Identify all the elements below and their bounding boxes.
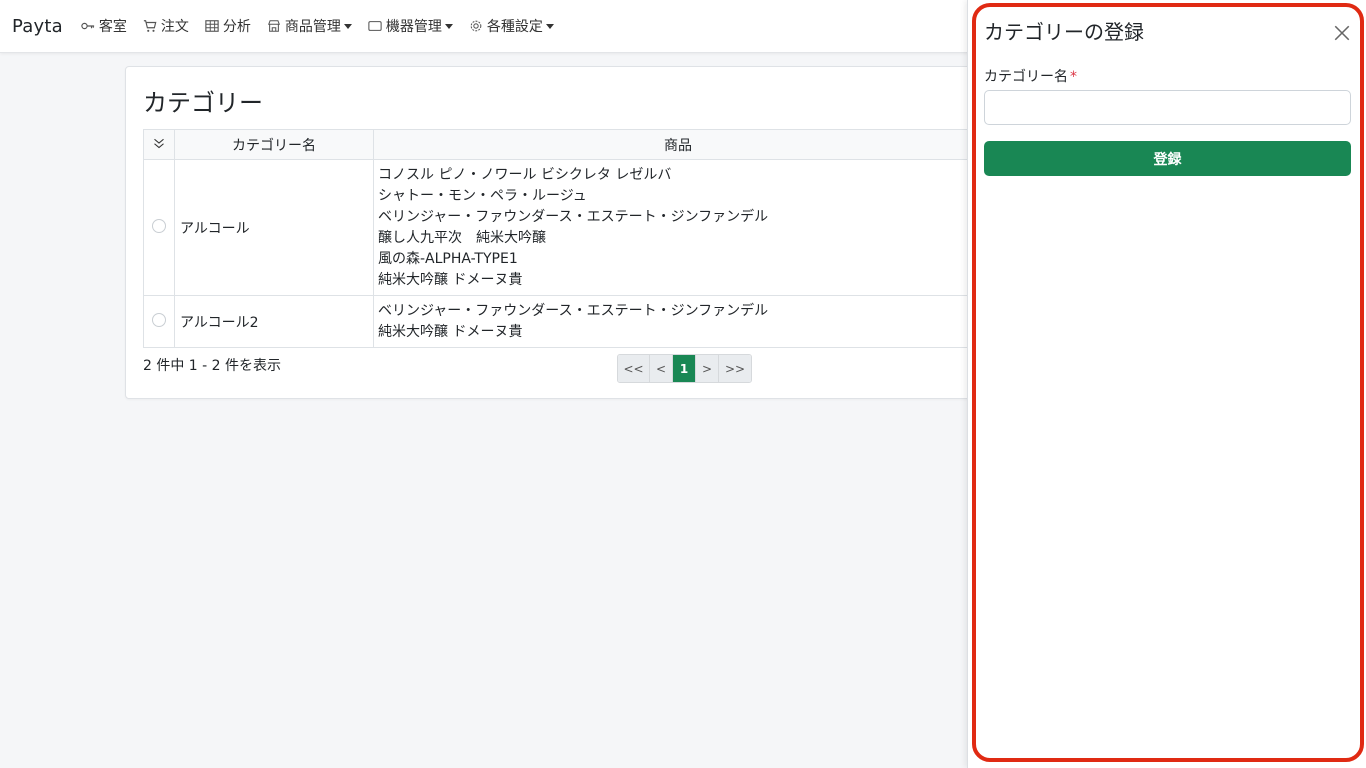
table-header-row: カテゴリー名 商品 (143, 129, 983, 160)
column-header-products[interactable]: 商品 (373, 129, 983, 160)
category-name-cell: アルコール2 (174, 295, 374, 348)
category-name-label-text: カテゴリー名 (984, 69, 1068, 85)
category-register-panel: カテゴリーの登録 カテゴリー名 * 登録 (967, 0, 1366, 768)
category-name-cell: アルコール (174, 159, 374, 296)
category-table: カテゴリー名 商品 アルコール コノスル ピノ・ノワール ビシクレタ レゼルバ … (143, 129, 983, 348)
nav-guest-rooms[interactable]: 客室 (81, 16, 127, 36)
product-item: コノスル ピノ・ノワール ビシクレタ レゼルバ (378, 167, 672, 183)
table-row[interactable]: アルコール2 ベリンジャー・ファウンダース・エステート・ジンファンデル 純米大吟… (143, 295, 983, 348)
product-item: 醸し人九平次 純米大吟醸 (378, 230, 546, 246)
tablet-icon (368, 19, 382, 33)
nav-analytics-label: 分析 (222, 19, 251, 35)
pagination-first-button[interactable]: << (618, 355, 650, 382)
row-select-radio[interactable] (152, 218, 166, 233)
nav-settings-label: 各種設定 (486, 19, 543, 35)
row-select-cell[interactable] (143, 159, 175, 296)
required-mark: * (1070, 69, 1077, 85)
product-item: 風の森-ALPHA-TYPE1 (378, 251, 518, 267)
product-item: ベリンジャー・ファウンダース・エステート・ジンファンデル (378, 209, 769, 225)
chevron-down-icon (545, 23, 554, 29)
gear-icon (469, 19, 483, 33)
pagination-next-button[interactable]: > (696, 355, 719, 382)
products-cell: コノスル ピノ・ノワール ビシクレタ レゼルバ シャトー・モン・ペラ・ルージュ … (373, 159, 983, 296)
product-item: シャトー・モン・ペラ・ルージュ (378, 188, 587, 204)
category-name-input[interactable] (984, 90, 1351, 125)
close-icon[interactable] (1333, 24, 1351, 42)
nav-product-management[interactable]: 商品管理 (267, 16, 352, 36)
product-item: ベリンジャー・ファウンダース・エステート・ジンファンデル (378, 303, 769, 319)
chevron-down-icon (343, 23, 352, 29)
key-icon (81, 19, 95, 33)
nav-analytics[interactable]: 分析 (205, 16, 251, 36)
pagination-page-1[interactable]: 1 (673, 355, 696, 382)
nav-device-management[interactable]: 機器管理 (368, 16, 453, 36)
product-item: 純米大吟醸 ドメーヌ貴 (378, 324, 523, 340)
pagination-prev-button[interactable]: < (650, 355, 673, 382)
chevron-double-down-icon (154, 138, 164, 148)
pagination: << < 1 > >> (617, 354, 752, 383)
nav-orders-label: 注文 (160, 19, 189, 35)
brand-logo[interactable]: Payta (12, 16, 63, 37)
expand-all-header[interactable] (143, 129, 175, 160)
category-name-label: カテゴリー名 * (984, 66, 1077, 86)
record-count: 2 件中 1 - 2 件を表示 (143, 358, 282, 374)
table-icon (205, 19, 219, 33)
register-button[interactable]: 登録 (984, 141, 1351, 176)
pagination-last-button[interactable]: >> (719, 355, 751, 382)
nav-device-management-label: 機器管理 (385, 19, 442, 35)
nav-settings[interactable]: 各種設定 (469, 16, 554, 36)
panel-title: カテゴリーの登録 (984, 20, 1144, 44)
shop-icon (267, 19, 281, 33)
nav-orders[interactable]: 注文 (143, 16, 189, 36)
category-card: カテゴリー カテゴリー名 商品 アルコール コノスル ピノ・ノワール ビシクレタ… (125, 66, 1025, 399)
chevron-down-icon (444, 23, 453, 29)
table-row[interactable]: アルコール コノスル ピノ・ノワール ビシクレタ レゼルバ シャトー・モン・ペラ… (143, 159, 983, 296)
product-item: 純米大吟醸 ドメーヌ貴 (378, 272, 523, 288)
nav-guest-rooms-label: 客室 (98, 19, 127, 35)
column-header-category-name[interactable]: カテゴリー名 (174, 129, 374, 160)
page-title: カテゴリー (143, 89, 263, 117)
nav-product-management-label: 商品管理 (284, 19, 341, 35)
row-select-radio[interactable] (152, 312, 166, 327)
row-select-cell[interactable] (143, 295, 175, 348)
products-cell: ベリンジャー・ファウンダース・エステート・ジンファンデル 純米大吟醸 ドメーヌ貴 (373, 295, 983, 348)
cart-icon (143, 19, 157, 33)
